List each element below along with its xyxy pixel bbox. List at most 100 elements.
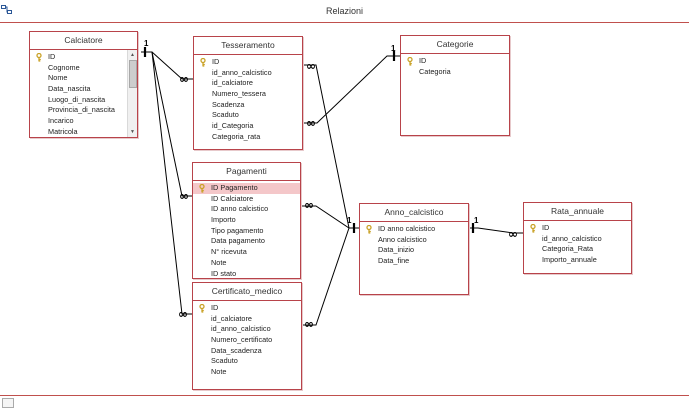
- many-marker: ∞: [304, 198, 314, 212]
- field-row[interactable]: Note: [193, 367, 301, 378]
- table-certificato-medico[interactable]: Certificato_medico ID id_calciatore id_a…: [192, 282, 302, 390]
- field-row[interactable]: Categoria_rata: [194, 132, 302, 143]
- field-row[interactable]: Scaduto: [193, 356, 301, 367]
- primary-key-icon: [530, 224, 536, 233]
- field-row[interactable]: ID anno calcistico: [193, 204, 300, 215]
- field-row[interactable]: ID: [524, 223, 631, 234]
- window-title-bar: Relazioni: [0, 0, 689, 23]
- table-title[interactable]: Anno_calcistico: [360, 204, 468, 222]
- field-row[interactable]: id_calciatore: [194, 78, 302, 89]
- field-name: Data pagamento: [211, 236, 265, 246]
- field-row[interactable]: Categoria_Rata: [524, 244, 631, 255]
- field-row[interactable]: Scadenza: [194, 100, 302, 111]
- field-row[interactable]: id_anno_calcistico: [193, 324, 301, 335]
- scroll-left-button[interactable]: [2, 398, 14, 408]
- primary-key-icon: [407, 57, 413, 66]
- one-marker: 1: [391, 44, 396, 53]
- primary-key-icon: [36, 53, 42, 62]
- field-row[interactable]: Cognome: [30, 63, 137, 74]
- field-row[interactable]: ID Calciatore: [193, 194, 300, 205]
- table-tesseramento[interactable]: Tesseramento ID id_anno_calcistico id_ca…: [193, 36, 303, 150]
- field-row-selected[interactable]: ID Pagamento: [193, 183, 300, 194]
- field-row[interactable]: ID: [194, 57, 302, 68]
- table-rata-annuale[interactable]: Rata_annuale ID id_anno_calcistico Categ…: [523, 202, 632, 274]
- relationships-canvas[interactable]: 1 1 1 1 ∞ ∞ ∞ ∞ ∞ ∞ ∞ ∞ Calciatore ID Co…: [0, 23, 689, 395]
- rel-categorie-tesseramento: [303, 55, 400, 124]
- one-marker: 1: [347, 216, 352, 225]
- field-row[interactable]: N° ricevuta: [193, 247, 300, 258]
- field-name: Cognome: [48, 62, 80, 72]
- table-title[interactable]: Categorie: [401, 36, 509, 54]
- field-name: Provincia_di_nascita: [48, 105, 115, 115]
- field-row[interactable]: id_anno_calcistico: [524, 234, 631, 245]
- field-row[interactable]: ID: [401, 56, 509, 67]
- table-title[interactable]: Tesseramento: [194, 37, 302, 55]
- scroll-down-icon[interactable]: ▼: [129, 129, 136, 135]
- field-row[interactable]: Tipo pagamento: [193, 226, 300, 237]
- field-row[interactable]: Note: [193, 258, 300, 269]
- field-list: ID Pagamento ID Calciatore ID anno calci…: [193, 181, 300, 279]
- field-list: ID id_anno_calcistico Categoria_Rata Imp…: [524, 221, 631, 266]
- table-title[interactable]: Pagamenti: [193, 163, 300, 181]
- field-row[interactable]: Importo_annuale: [524, 255, 631, 266]
- scroll-up-icon[interactable]: ▲: [129, 52, 136, 58]
- field-row[interactable]: id_Categoria: [194, 121, 302, 132]
- one-marker: 1: [474, 216, 479, 225]
- window-title: Relazioni: [325, 6, 364, 16]
- table-anno-calcistico[interactable]: Anno_calcistico ID anno calcistico Anno …: [359, 203, 469, 295]
- field-name: ID: [542, 223, 550, 232]
- field-name: Importo: [211, 215, 236, 225]
- field-row[interactable]: Numero_tessera: [194, 89, 302, 100]
- field-row[interactable]: Data pagamento: [193, 236, 300, 247]
- one-marker: 1: [144, 39, 149, 48]
- field-name: Data_scadenza: [211, 345, 262, 355]
- field-row[interactable]: Luogo_di_nascita: [30, 95, 137, 106]
- primary-key-icon: [366, 225, 372, 234]
- field-name: Note: [211, 367, 227, 377]
- table-calciatore[interactable]: Calciatore ID Cognome Nome Data_nascita …: [29, 31, 138, 138]
- table-categorie[interactable]: Categorie ID Categoria: [400, 35, 510, 136]
- field-row[interactable]: Scaduto: [194, 110, 302, 121]
- field-row[interactable]: Anno calcistico: [360, 235, 468, 246]
- field-name: id_Categoria: [212, 121, 254, 131]
- many-marker: ∞: [179, 189, 189, 203]
- field-name: Scaduto: [212, 110, 239, 120]
- field-name: Scaduto: [211, 356, 238, 366]
- field-row[interactable]: Matricola: [30, 127, 137, 138]
- field-name: ID anno calcistico: [378, 224, 436, 233]
- field-name: Data_fine: [378, 256, 410, 266]
- many-marker: ∞: [179, 72, 189, 86]
- field-name: Categoria: [419, 66, 451, 76]
- field-name: Numero_certificato: [211, 335, 273, 345]
- field-row[interactable]: Nome: [30, 73, 137, 84]
- field-name: Incarico: [48, 116, 74, 126]
- table-title[interactable]: Rata_annuale: [524, 203, 631, 221]
- field-row[interactable]: Provincia_di_nascita: [30, 105, 137, 116]
- field-row[interactable]: Numero_certificato: [193, 335, 301, 346]
- field-list: ID anno calcistico Anno calcistico Data_…: [360, 222, 468, 267]
- scroll-thumb[interactable]: [129, 60, 137, 88]
- field-row[interactable]: Data_fine: [360, 256, 468, 267]
- table-title[interactable]: Calciatore: [30, 32, 137, 50]
- field-row[interactable]: Data_inizio: [360, 245, 468, 256]
- field-row[interactable]: ID stato: [193, 269, 300, 280]
- primary-key-icon: [199, 184, 205, 193]
- field-name: N° ricevuta: [211, 247, 247, 257]
- field-row[interactable]: ID: [30, 52, 137, 63]
- field-row[interactable]: Data_nascita: [30, 84, 137, 95]
- field-row[interactable]: ID anno calcistico: [360, 224, 468, 235]
- table-pagamenti[interactable]: Pagamenti ID Pagamento ID Calciatore ID …: [192, 162, 301, 279]
- vertical-scrollbar[interactable]: ▲ ▼: [127, 50, 137, 137]
- horizontal-scrollbar[interactable]: [0, 395, 689, 410]
- field-name: Categoria_rata: [212, 131, 261, 141]
- field-row[interactable]: Incarico: [30, 116, 137, 127]
- field-row[interactable]: Categoria: [401, 67, 509, 78]
- field-row[interactable]: ID: [193, 303, 301, 314]
- field-name: ID anno calcistico: [211, 204, 269, 214]
- field-row[interactable]: Data_scadenza: [193, 346, 301, 357]
- field-row[interactable]: id_calciatore: [193, 314, 301, 325]
- field-row[interactable]: Importo: [193, 215, 300, 226]
- field-name: ID: [48, 52, 56, 61]
- table-title[interactable]: Certificato_medico: [193, 283, 301, 301]
- field-row[interactable]: id_anno_calcistico: [194, 68, 302, 79]
